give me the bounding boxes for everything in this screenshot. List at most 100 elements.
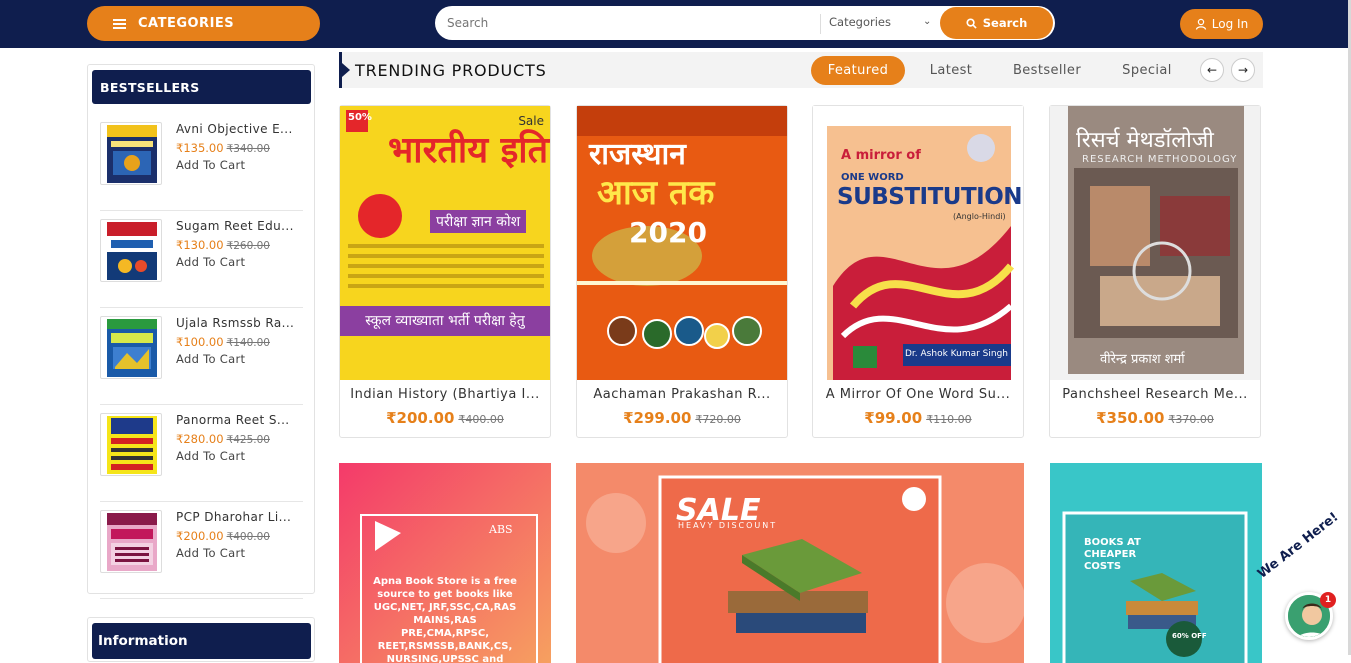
product-name[interactable]: Indian History (Bhartiya I...	[340, 387, 550, 402]
cover-title: भारतीय इतिहास	[388, 129, 550, 171]
search-divider	[820, 14, 821, 34]
product-card[interactable]: 50% भारतीय इतिहास परीक्षा ज्ञान कोश स्कू…	[339, 105, 551, 438]
price-old: ₹260.00	[226, 240, 270, 252]
search-input[interactable]	[447, 14, 807, 32]
login-label: Log In	[1211, 17, 1249, 31]
chat-count-badge: 1	[1320, 592, 1336, 608]
price-old: ₹370.00	[1168, 413, 1214, 426]
bestseller-price: ₹280.00 ₹425.00	[176, 432, 270, 446]
price-current: ₹200.00	[176, 529, 224, 543]
price-current: ₹99.00	[864, 409, 923, 427]
categories-button[interactable]: CATEGORIES	[87, 6, 320, 41]
cover-band: स्कूल व्याख्याता भर्ती परीक्षा हेतु	[365, 313, 525, 329]
cover-author: Dr. Ashok Kumar Singh	[905, 349, 1008, 359]
banner-brand: ABS	[489, 523, 513, 536]
product-name[interactable]: Panchsheel Research Me...	[1050, 387, 1260, 402]
discount-badge: 60% OFF	[1172, 632, 1207, 640]
user-icon	[1195, 18, 1206, 30]
cover-title: राजस्थान	[589, 137, 686, 172]
book-thumbnail[interactable]	[100, 219, 162, 282]
information-panel: Information	[87, 617, 315, 662]
login-button[interactable]: Log In	[1180, 9, 1263, 39]
cover-year: 2020	[629, 216, 707, 249]
chevron-down-icon[interactable]: ⌄	[923, 16, 931, 27]
product-card[interactable]: रिसर्च मेथडॉलोजी RESEARCH METHODOLOGY वी…	[1049, 105, 1261, 438]
search-category-select[interactable]: Categories	[829, 15, 891, 29]
add-to-cart-link[interactable]: Add To Cart	[176, 352, 245, 366]
price-current: ₹280.00	[176, 432, 224, 446]
bestsellers-title: BESTSELLERS	[92, 70, 311, 104]
bestseller-item[interactable]: Panorma Reet S... ₹280.00 ₹425.00 Add To …	[100, 405, 303, 502]
menu-icon	[113, 17, 126, 31]
price-current: ₹299.00	[623, 409, 692, 427]
bestseller-name[interactable]: Sugam Reet Edu...	[176, 219, 294, 233]
cover-title: रिसर्च मेथडॉलोजी	[1076, 128, 1214, 153]
product-name[interactable]: Aachaman Prakashan R...	[577, 387, 787, 402]
bestseller-name[interactable]: PCP Dharohar Li...	[176, 510, 291, 524]
bestseller-item[interactable]: PCP Dharohar Li... ₹200.00 ₹400.00 Add To…	[100, 502, 303, 599]
search-button-label: Search	[982, 16, 1028, 30]
next-arrow-icon[interactable]: →	[1231, 58, 1255, 82]
sale-badge: Sale	[518, 114, 544, 128]
categories-label: CATEGORIES	[138, 16, 235, 31]
add-to-cart-link[interactable]: Add To Cart	[176, 449, 245, 463]
book-thumbnail[interactable]	[100, 316, 162, 379]
price-current: ₹100.00	[176, 335, 224, 349]
price-old: ₹425.00	[226, 434, 270, 446]
tab-latest[interactable]: Latest	[919, 56, 983, 85]
price-old: ₹400.00	[226, 531, 270, 543]
bestseller-name[interactable]: Panorma Reet S...	[176, 413, 290, 427]
bestseller-name[interactable]: Avni Objective E...	[176, 122, 293, 136]
promo-banner-left[interactable]: ABS Apna Book Store is a free source to …	[339, 463, 551, 663]
product-card[interactable]: A mirror of ONE WORD SUBSTITUTION (Anglo…	[812, 105, 1024, 438]
promo-banner-right[interactable]: BOOKS AT CHEAPER COSTS 60% OFF	[1050, 463, 1262, 663]
bestseller-price: ₹135.00 ₹340.00	[176, 141, 270, 155]
price-old: ₹110.00	[926, 413, 972, 426]
product-image[interactable]: रिसर्च मेथडॉलोजी RESEARCH METHODOLOGY वी…	[1050, 106, 1260, 380]
bestsellers-panel: BESTSELLERS Avni Objective E... ₹135.00 ₹…	[87, 64, 315, 599]
tab-featured[interactable]: Featured	[811, 56, 905, 85]
add-to-cart-link[interactable]: Add To Cart	[176, 546, 245, 560]
bestseller-name[interactable]: Ujala Rsmssb Ra...	[176, 316, 294, 330]
add-to-cart-link[interactable]: Add To Cart	[176, 255, 245, 269]
cover-small: ONE WORD	[841, 172, 904, 183]
chat-label: We Are Here!	[1255, 509, 1342, 582]
product-card[interactable]: राजस्थान आज तक 2020 Aachaman Prakashan R…	[576, 105, 788, 438]
product-image[interactable]: A mirror of ONE WORD SUBSTITUTION (Anglo…	[813, 106, 1023, 380]
cover-title: SUBSTITUTION	[837, 184, 1023, 210]
price-current: ₹200.00	[386, 409, 455, 427]
product-price: ₹99.00 ₹110.00	[813, 409, 1023, 427]
book-thumbnail[interactable]	[100, 413, 162, 476]
book-thumbnail[interactable]	[100, 510, 162, 573]
cover-subtitle: (Anglo-Hindi)	[953, 212, 1006, 221]
cover-author: वीरेन्द्र प्रकाश शर्मा	[1100, 352, 1185, 367]
tab-bestseller[interactable]: Bestseller	[1003, 56, 1091, 85]
price-current: ₹350.00	[1096, 409, 1165, 427]
product-image[interactable]: राजस्थान आज तक 2020	[577, 106, 787, 380]
banner-art	[576, 463, 1024, 663]
tab-special[interactable]: Special	[1111, 56, 1183, 85]
search-button[interactable]: Search	[940, 7, 1053, 39]
bestseller-item[interactable]: Ujala Rsmssb Ra... ₹100.00 ₹140.00 Add To…	[100, 308, 303, 405]
add-to-cart-link[interactable]: Add To Cart	[176, 158, 245, 172]
bestseller-price: ₹200.00 ₹400.00	[176, 529, 270, 543]
price-old: ₹400.00	[458, 413, 504, 426]
price-current: ₹135.00	[176, 141, 224, 155]
product-image[interactable]: 50% भारतीय इतिहास परीक्षा ज्ञान कोश स्कू…	[340, 106, 550, 380]
promo-banner-middle[interactable]: SALE HEAVY DISCOUNT	[576, 463, 1024, 663]
price-current: ₹130.00	[176, 238, 224, 252]
information-title: Information	[92, 623, 311, 659]
prev-arrow-icon[interactable]: ←	[1200, 58, 1224, 82]
cover-badge: 50%	[348, 112, 372, 123]
bestseller-item[interactable]: Sugam Reet Edu... ₹130.00 ₹260.00 Add To …	[100, 211, 303, 308]
product-name[interactable]: A Mirror Of One Word Su...	[813, 387, 1023, 402]
price-old: ₹140.00	[226, 337, 270, 349]
top-header: CATEGORIES Categories ⌄ Search Log In	[0, 0, 1351, 48]
cover-subtitle: आज तक	[597, 173, 715, 213]
bestseller-item[interactable]: Avni Objective E... ₹135.00 ₹340.00 Add T…	[100, 114, 303, 211]
product-price: ₹200.00 ₹400.00	[340, 409, 550, 427]
product-price: ₹299.00 ₹720.00	[577, 409, 787, 427]
book-thumbnail[interactable]	[100, 122, 162, 185]
search-bar: Categories ⌄ Search	[435, 6, 1055, 40]
caret-right-icon	[342, 63, 350, 77]
